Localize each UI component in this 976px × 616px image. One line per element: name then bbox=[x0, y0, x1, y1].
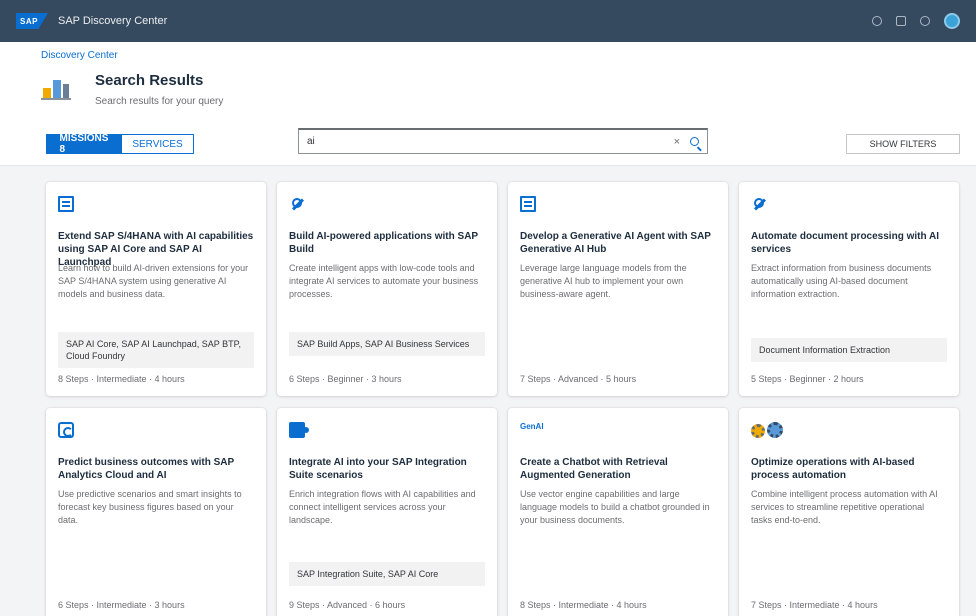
page-subtitle: Search results for your query bbox=[95, 96, 224, 107]
card-description: Enrich integration flows with AI capabil… bbox=[289, 489, 476, 525]
document-icon bbox=[58, 196, 74, 212]
card-title: Optimize operations with AI-based proces… bbox=[751, 457, 915, 481]
tab-missions[interactable]: MISSIONS 8 bbox=[46, 133, 122, 155]
tool-icon bbox=[289, 196, 305, 212]
card-description: Leverage large language models from the … bbox=[520, 263, 687, 299]
card-description: Extract information from business docume… bbox=[751, 263, 932, 299]
card-footer: 5 Steps · Beginner · 2 hours bbox=[751, 374, 864, 384]
search-icon[interactable] bbox=[872, 16, 882, 26]
calculator-icon bbox=[58, 422, 74, 438]
notification-icon[interactable] bbox=[896, 16, 906, 26]
card-footer: 7 Steps · Advanced · 5 hours bbox=[520, 374, 637, 384]
card-footer: 6 Steps · Intermediate · 3 hours bbox=[58, 600, 185, 610]
mission-card[interactable]: Automate document processing with AI ser… bbox=[739, 182, 959, 396]
shell-bar: SAP SAP Discovery Center bbox=[0, 0, 976, 42]
help-icon[interactable] bbox=[920, 16, 930, 26]
shell-title: SAP Discovery Center bbox=[58, 15, 168, 27]
page-title: Search Results bbox=[95, 72, 204, 89]
card-footer: 7 Steps · Intermediate · 4 hours bbox=[751, 600, 878, 610]
card-title: Build AI-powered applications with SAP B… bbox=[289, 231, 478, 255]
mission-card[interactable]: Predict business outcomes with SAP Analy… bbox=[46, 408, 266, 616]
mission-card[interactable]: Develop a Generative AI Agent with SAP G… bbox=[508, 182, 728, 396]
show-filters-button[interactable]: SHOW FILTERS bbox=[846, 134, 960, 154]
card-title: Integrate AI into your SAP Integration S… bbox=[289, 457, 467, 481]
card-description: Create intelligent apps with low-code to… bbox=[289, 263, 479, 299]
mission-card[interactable]: Optimize operations with AI-based proces… bbox=[739, 408, 959, 616]
gears-icon bbox=[751, 422, 785, 438]
mission-card[interactable]: Build AI-powered applications with SAP B… bbox=[277, 182, 497, 396]
card-footer: 8 Steps · Intermediate · 4 hours bbox=[520, 600, 647, 610]
user-avatar[interactable] bbox=[944, 13, 960, 29]
result-type-toggle: MISSIONS 8 SERVICES bbox=[46, 133, 194, 155]
card-description: Combine intelligent process automation w… bbox=[751, 489, 938, 525]
shell-actions bbox=[872, 13, 960, 29]
card-tags: SAP Integration Suite, SAP AI Core bbox=[289, 562, 485, 586]
chart-icon bbox=[41, 72, 71, 102]
search-actions: × bbox=[674, 136, 699, 148]
document-icon bbox=[520, 196, 536, 212]
breadcrumb[interactable]: Discovery Center bbox=[41, 50, 118, 61]
tab-services[interactable]: SERVICES bbox=[122, 134, 194, 154]
text-logo-icon: GenAI bbox=[520, 422, 544, 431]
puzzle-icon bbox=[289, 422, 309, 438]
card-description: Use vector engine capabilities and large… bbox=[520, 489, 710, 525]
search-input[interactable]: ai × bbox=[298, 128, 708, 154]
card-title: Develop a Generative AI Agent with SAP G… bbox=[520, 231, 711, 255]
magnifier-icon[interactable] bbox=[690, 137, 699, 146]
mission-card[interactable]: Integrate AI into your SAP Integration S… bbox=[277, 408, 497, 616]
tool-icon bbox=[751, 196, 767, 212]
card-title: Predict business outcomes with SAP Analy… bbox=[58, 457, 234, 481]
card-description: Use predictive scenarios and smart insig… bbox=[58, 489, 242, 525]
clear-icon[interactable]: × bbox=[674, 136, 680, 148]
mission-card[interactable]: Extend SAP S/4HANA with AI capabilities … bbox=[46, 182, 266, 396]
card-title: Automate document processing with AI ser… bbox=[751, 231, 939, 255]
card-tags: SAP Build Apps, SAP AI Business Services bbox=[289, 332, 485, 356]
search-value: ai bbox=[307, 136, 315, 147]
card-tags: SAP AI Core, SAP AI Launchpad, SAP BTP, … bbox=[58, 332, 254, 368]
sap-logo[interactable]: SAP bbox=[16, 13, 48, 29]
card-footer: 8 Steps · Intermediate · 4 hours bbox=[58, 374, 185, 384]
card-title: Create a Chatbot with Retrieval Augmente… bbox=[520, 457, 668, 481]
page-header: Discovery Center Search Results Search r… bbox=[0, 42, 976, 166]
card-footer: 6 Steps · Beginner · 3 hours bbox=[289, 374, 402, 384]
card-description: Learn how to build AI-driven extensions … bbox=[58, 263, 249, 299]
card-footer: 9 Steps · Advanced · 6 hours bbox=[289, 600, 406, 610]
card-tags: Document Information Extraction bbox=[751, 338, 947, 362]
mission-card[interactable]: GenAI Create a Chatbot with Retrieval Au… bbox=[508, 408, 728, 616]
